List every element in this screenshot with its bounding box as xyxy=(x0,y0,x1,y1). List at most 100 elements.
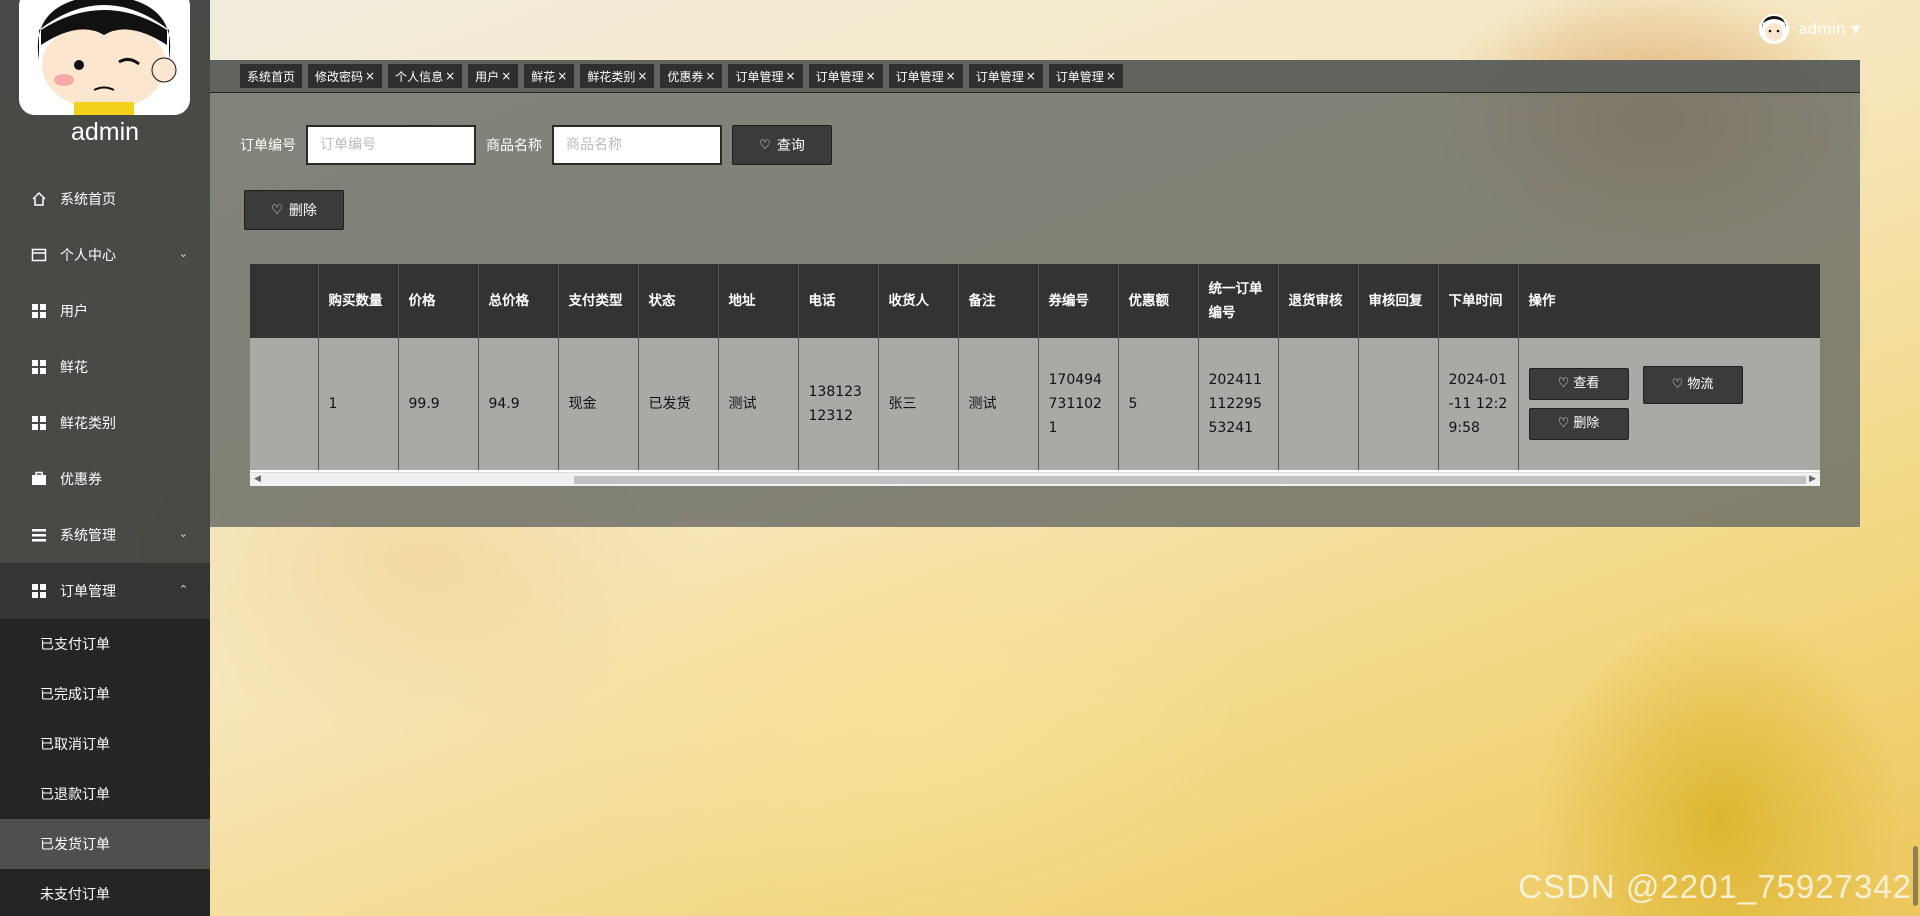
sidebar-item-label: 鲜花类别 xyxy=(60,416,116,432)
user-avatar xyxy=(1758,14,1789,44)
table-cell-actions: ♡ 查看 ♡ 物流 ♡ 删除 xyxy=(1518,338,1820,470)
row-delete-button[interactable]: ♡ 删除 xyxy=(1528,408,1629,440)
caret-down-icon: ▼ xyxy=(1851,22,1860,36)
view-button[interactable]: ♡ 查看 xyxy=(1528,368,1629,400)
logistics-button-label: 物流 xyxy=(1687,377,1714,392)
sidebar-item-label: 个人中心 xyxy=(60,248,116,264)
query-button-label: 查询 xyxy=(776,138,805,154)
close-icon[interactable]: × xyxy=(365,69,375,83)
sidebar-item-coupons[interactable]: 优惠券 xyxy=(0,451,210,507)
sidebar-item-flowers[interactable]: 鲜花 xyxy=(0,339,210,395)
tab-label: 订单管理 xyxy=(895,69,944,84)
table-horizontal-scrollbar[interactable]: ◀ ▶ xyxy=(250,472,1820,486)
column-header: 总价格 xyxy=(478,264,559,338)
heart-icon: ♡ xyxy=(759,137,771,153)
sidebar-item-system-management[interactable]: 系统管理 ⌄ xyxy=(0,507,210,563)
batch-delete-button[interactable]: ♡ 删除 xyxy=(244,190,344,230)
row-actions: ♡ 查看 ♡ 物流 ♡ 删除 xyxy=(1528,338,1810,470)
column-header: 地址 xyxy=(718,264,799,338)
order-submenu: 已支付订单 已完成订单 已取消订单 已退款订单 已发货订单 未支付订单 xyxy=(0,619,210,916)
list-icon xyxy=(30,526,48,544)
submenu-refunded-orders[interactable]: 已退款订单 xyxy=(0,769,210,819)
close-icon[interactable]: × xyxy=(557,69,567,83)
orders-table-container: 购买数量 价格 总价格 支付类型 状态 地址 电话 收货人 备注 券编号 优惠额… xyxy=(250,264,1820,486)
tab-flowers[interactable]: 鲜花 × xyxy=(524,64,575,88)
tab-order-management[interactable]: 订单管理 × xyxy=(808,64,883,88)
column-header: 操作 xyxy=(1518,264,1820,338)
submenu-shipped-orders[interactable]: 已发货订单 xyxy=(0,819,210,869)
column-header: 统一订单编号 xyxy=(1198,264,1279,338)
logistics-button[interactable]: ♡ 物流 xyxy=(1642,366,1743,404)
main-panel: 系统首页 修改密码 × 个人信息 × 用户 × 鲜花 × 鲜花类别 × 优惠券 × 订单管理… xyxy=(210,60,1860,527)
sidebar-item-label: 优惠券 xyxy=(60,472,102,488)
tab-change-password[interactable]: 修改密码 × xyxy=(308,64,383,88)
close-icon[interactable]: × xyxy=(1106,69,1116,83)
watermark: CSDN @2201_75927342 xyxy=(1518,868,1912,905)
close-icon[interactable]: × xyxy=(866,69,876,83)
column-header: 价格 xyxy=(398,264,479,338)
tab-label: 订单管理 xyxy=(815,69,864,84)
submenu-unpaid-orders[interactable]: 未支付订单 xyxy=(0,869,210,916)
grid-icon xyxy=(30,302,48,320)
tab-label: 用户 xyxy=(475,69,500,84)
sidebar-item-users[interactable]: 用户 xyxy=(0,283,210,339)
tab-label: 优惠券 xyxy=(667,69,704,84)
scroll-right-arrow-icon[interactable]: ▶ xyxy=(1809,474,1816,484)
close-icon[interactable]: × xyxy=(786,69,796,83)
table-cell: 99.9 xyxy=(398,338,479,470)
tab-order-management[interactable]: 订单管理 × xyxy=(888,64,963,88)
tab-home[interactable]: 系统首页 xyxy=(240,64,303,88)
user-menu[interactable]: admin ▼ xyxy=(1758,14,1860,44)
table-cell: 已发货 xyxy=(638,338,719,470)
table-row[interactable]: 1 99.9 94.9 现金 已发货 测试 13812312312 张三 测试 … xyxy=(250,338,1820,470)
sidebar-item-order-management[interactable]: 订单管理 ⌃ xyxy=(0,563,210,619)
tab-order-management[interactable]: 订单管理 × xyxy=(1048,64,1123,88)
column-header: 下单时间 xyxy=(1438,264,1519,338)
sidebar-item-label: 系统首页 xyxy=(60,192,116,208)
close-icon[interactable]: × xyxy=(705,69,715,83)
sidebar-username: admin xyxy=(70,118,140,146)
tab-label: 个人信息 xyxy=(395,69,444,84)
column-header: 收货人 xyxy=(878,264,959,338)
scrollbar-thumb[interactable] xyxy=(574,476,1806,484)
row-delete-button-label: 删除 xyxy=(1573,416,1600,431)
column-header: 支付类型 xyxy=(558,264,639,338)
table-cell-select[interactable] xyxy=(250,338,319,470)
sidebar-item-home[interactable]: 系统首页 xyxy=(0,171,210,227)
chevron-down-icon: ⌄ xyxy=(178,247,188,260)
product-name-input[interactable] xyxy=(552,125,722,165)
submenu-cancelled-orders[interactable]: 已取消订单 xyxy=(0,719,210,769)
tab-label: 修改密码 xyxy=(315,69,364,84)
sidebar-item-flower-categories[interactable]: 鲜花类别 xyxy=(0,395,210,451)
tab-order-management[interactable]: 订单管理 × xyxy=(728,64,803,88)
order-number-label: 订单编号 xyxy=(240,138,296,154)
column-header-select[interactable] xyxy=(250,264,319,338)
heart-icon: ♡ xyxy=(271,202,283,218)
tab-users[interactable]: 用户 × xyxy=(468,64,519,88)
table-cell: 1 xyxy=(318,338,399,470)
sidebar-item-label: 鲜花 xyxy=(60,360,88,376)
column-header: 优惠额 xyxy=(1118,264,1199,338)
sidebar-item-label: 用户 xyxy=(60,304,88,320)
page-scrollbar[interactable] xyxy=(1913,846,1918,906)
scroll-left-arrow-icon[interactable]: ◀ xyxy=(254,474,261,484)
close-icon[interactable]: × xyxy=(445,69,455,83)
order-number-input[interactable] xyxy=(306,125,476,165)
grid-icon xyxy=(30,414,48,432)
submenu-completed-orders[interactable]: 已完成订单 xyxy=(0,669,210,719)
submenu-paid-orders[interactable]: 已支付订单 xyxy=(0,619,210,669)
table-cell: 测试 xyxy=(958,338,1039,470)
tab-coupons[interactable]: 优惠券 × xyxy=(660,64,723,88)
close-icon[interactable]: × xyxy=(637,69,647,83)
close-icon[interactable]: × xyxy=(1026,69,1036,83)
sidebar-item-personal-center[interactable]: 个人中心 ⌄ xyxy=(0,227,210,283)
query-button[interactable]: ♡ 查询 xyxy=(732,125,832,165)
close-icon[interactable]: × xyxy=(946,69,956,83)
tab-personal-info[interactable]: 个人信息 × xyxy=(388,64,463,88)
tab-order-management[interactable]: 订单管理 × xyxy=(968,64,1043,88)
user-name: admin xyxy=(1798,20,1846,38)
close-icon[interactable]: × xyxy=(501,69,511,83)
tab-flower-categories[interactable]: 鲜花类别 × xyxy=(580,64,655,88)
tab-label: 订单管理 xyxy=(975,69,1024,84)
admin-avatar xyxy=(19,0,190,115)
